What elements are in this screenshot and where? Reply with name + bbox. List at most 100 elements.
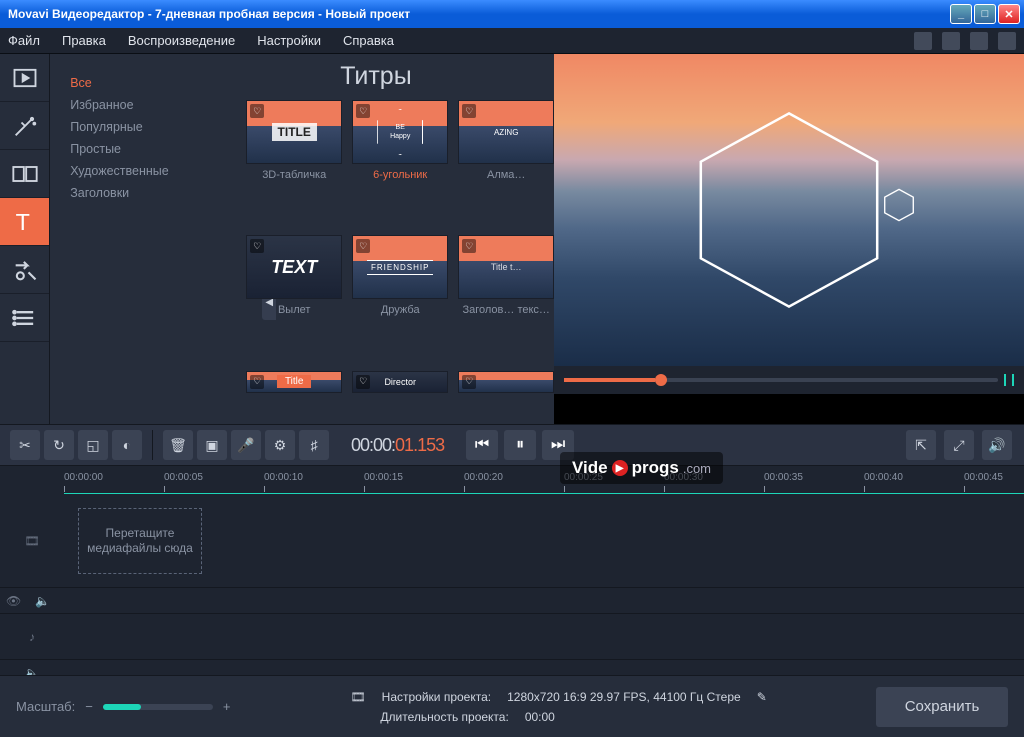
menu-edit[interactable]: Правка [62, 33, 106, 48]
hexagon-overlay [684, 105, 894, 315]
tool-media[interactable] [0, 54, 49, 102]
marker-in[interactable] [1004, 374, 1006, 386]
film-icon: 🎞 [350, 690, 365, 704]
fullscreen-button[interactable]: ⤢ [944, 430, 974, 460]
category-item[interactable]: Популярные [70, 116, 212, 138]
hexagon-small-overlay [882, 188, 916, 227]
ruler-tick: 00:00:00 [64, 472, 103, 483]
heart-icon[interactable]: ♡ [462, 375, 476, 389]
preview-scrubber[interactable] [554, 366, 1024, 394]
audio-track[interactable]: ♪ [0, 614, 1024, 660]
heart-icon[interactable]: ♡ [356, 375, 370, 389]
popout-button[interactable]: ⇱ [906, 430, 936, 460]
svg-text:T: T [15, 209, 29, 235]
menubar: Файл Правка Воспроизведение Настройки Сп… [0, 28, 1024, 54]
window-maximize-button[interactable]: □ [974, 4, 996, 24]
cut-button[interactable]: ✂ [10, 430, 40, 460]
editor-toolbar: ✂ ↻ ◱ ◐ 🗑 ▣ 🎤 ⚙ ♯ 00:00:01.153 ⏮ ⏸ ⏭ ⇱ ⤢… [0, 424, 1024, 466]
heart-icon[interactable]: ♡ [462, 104, 476, 118]
zoom-out-button[interactable]: − [85, 699, 93, 714]
watermark: Vide▶progs.com [560, 452, 723, 484]
menu-file[interactable]: Файл [8, 33, 40, 48]
marker-out[interactable] [1012, 374, 1014, 386]
heart-icon[interactable]: ♡ [462, 239, 476, 253]
card-label: Дружба [352, 303, 448, 331]
tool-transitions[interactable] [0, 150, 49, 198]
card-label: Заголов… текс… [458, 303, 554, 331]
ruler-tick: 00:00:40 [864, 472, 903, 483]
scrub-handle[interactable] [655, 374, 667, 386]
heart-icon[interactable]: ♡ [250, 104, 264, 118]
title-card[interactable]: ♡Director [352, 371, 448, 424]
card-label: Алма… [458, 168, 554, 196]
category-item[interactable]: Простые [70, 138, 212, 160]
preview-pane [554, 54, 1024, 424]
share-youtube-icon[interactable] [914, 32, 932, 50]
save-button[interactable]: Сохранить [876, 687, 1008, 727]
zoom-in-button[interactable]: + [223, 699, 231, 714]
project-duration-value: 00:00 [525, 710, 555, 724]
pause-button[interactable]: ⏸ [504, 430, 536, 460]
title-card[interactable]: ♡ [458, 371, 554, 424]
share-ok-icon[interactable] [942, 32, 960, 50]
category-item[interactable]: Избранное [70, 94, 212, 116]
gear-button[interactable]: ⚙ [265, 430, 295, 460]
edit-project-button[interactable]: ✎ [757, 690, 767, 704]
title-card[interactable]: ♡Title [246, 371, 342, 424]
category-item[interactable]: Все [70, 72, 212, 94]
crop-button[interactable]: ◱ [78, 430, 108, 460]
tool-filters[interactable] [0, 102, 49, 150]
menu-playback[interactable]: Воспроизведение [128, 33, 235, 48]
window-close-button[interactable]: ✕ [998, 4, 1020, 24]
video-track[interactable]: 🎞 Перетащите медиафайлы сюда [0, 494, 1024, 588]
share-more-icon[interactable] [998, 32, 1016, 50]
zoom-label: Масштаб: [16, 699, 75, 714]
volume-button[interactable]: 🔊 [982, 430, 1012, 460]
speaker-icon[interactable]: 🔈 [35, 594, 50, 608]
card-label: 6-угольник [352, 168, 448, 196]
category-item[interactable]: Художественные [70, 160, 212, 182]
music-icon: ♪ [29, 630, 35, 644]
menu-help[interactable]: Справка [343, 33, 394, 48]
title-card[interactable]: ♡TITLE 3D-табличка [246, 100, 342, 227]
ruler-tick: 00:00:35 [764, 472, 803, 483]
delete-button[interactable]: 🗑 [163, 430, 193, 460]
zoom-slider[interactable] [103, 704, 213, 710]
equalizer-button[interactable]: ♯ [299, 430, 329, 460]
panel-title: Титры [340, 62, 411, 91]
title-card[interactable]: ♡ BEHappy 6-угольник [352, 100, 448, 227]
menu-settings[interactable]: Настройки [257, 33, 321, 48]
timeline-ruler[interactable]: 00:00:00 00:00:05 00:00:10 00:00:15 00:0… [64, 472, 1024, 494]
mic-button[interactable]: 🎤 [231, 430, 261, 460]
share-vk-icon[interactable] [970, 32, 988, 50]
window-minimize-button[interactable]: _ [950, 4, 972, 24]
title-card[interactable]: ♡AZING Алма… [458, 100, 554, 227]
eye-icon[interactable]: 👁 [6, 594, 21, 608]
timecode-display: 00:00:01.153 [351, 435, 444, 456]
track-controls: 👁 🔈 [0, 588, 1024, 614]
tool-callouts[interactable] [0, 246, 49, 294]
card-label: 3D-табличка [246, 168, 342, 196]
title-card[interactable]: ♡TEXT Вылет [246, 235, 342, 362]
drop-zone[interactable]: Перетащите медиафайлы сюда [78, 508, 202, 574]
heart-icon[interactable]: ♡ [250, 375, 264, 389]
heart-icon[interactable]: ♡ [356, 239, 370, 253]
color-button[interactable]: ◐ [112, 430, 142, 460]
ruler-tick: 00:00:05 [164, 472, 203, 483]
tool-more[interactable] [0, 294, 49, 342]
image-button[interactable]: ▣ [197, 430, 227, 460]
heart-icon[interactable]: ♡ [356, 104, 370, 118]
tool-titles[interactable]: T [0, 198, 49, 246]
heart-icon[interactable]: ♡ [250, 239, 264, 253]
window-title: Movavi Видеоредактор - 7-дневная пробная… [4, 7, 950, 21]
ruler-tick: 00:00:45 [964, 472, 1003, 483]
prev-frame-button[interactable]: ⏮ [466, 430, 498, 460]
title-card[interactable]: ♡Title t… Заголов… текс… [458, 235, 554, 362]
film-icon: 🎞 [24, 534, 39, 548]
window-titlebar: Movavi Видеоредактор - 7-дневная пробная… [0, 0, 1024, 28]
project-settings-label: Настройки проекта: [382, 690, 491, 704]
category-item[interactable]: Заголовки [70, 182, 212, 204]
rotate-button[interactable]: ↻ [44, 430, 74, 460]
titles-gallery: ♡TITLE 3D-табличка ♡ BEHappy 6-угольник … [246, 54, 554, 424]
title-card[interactable]: ♡FRIENDSHIP Дружба [352, 235, 448, 362]
